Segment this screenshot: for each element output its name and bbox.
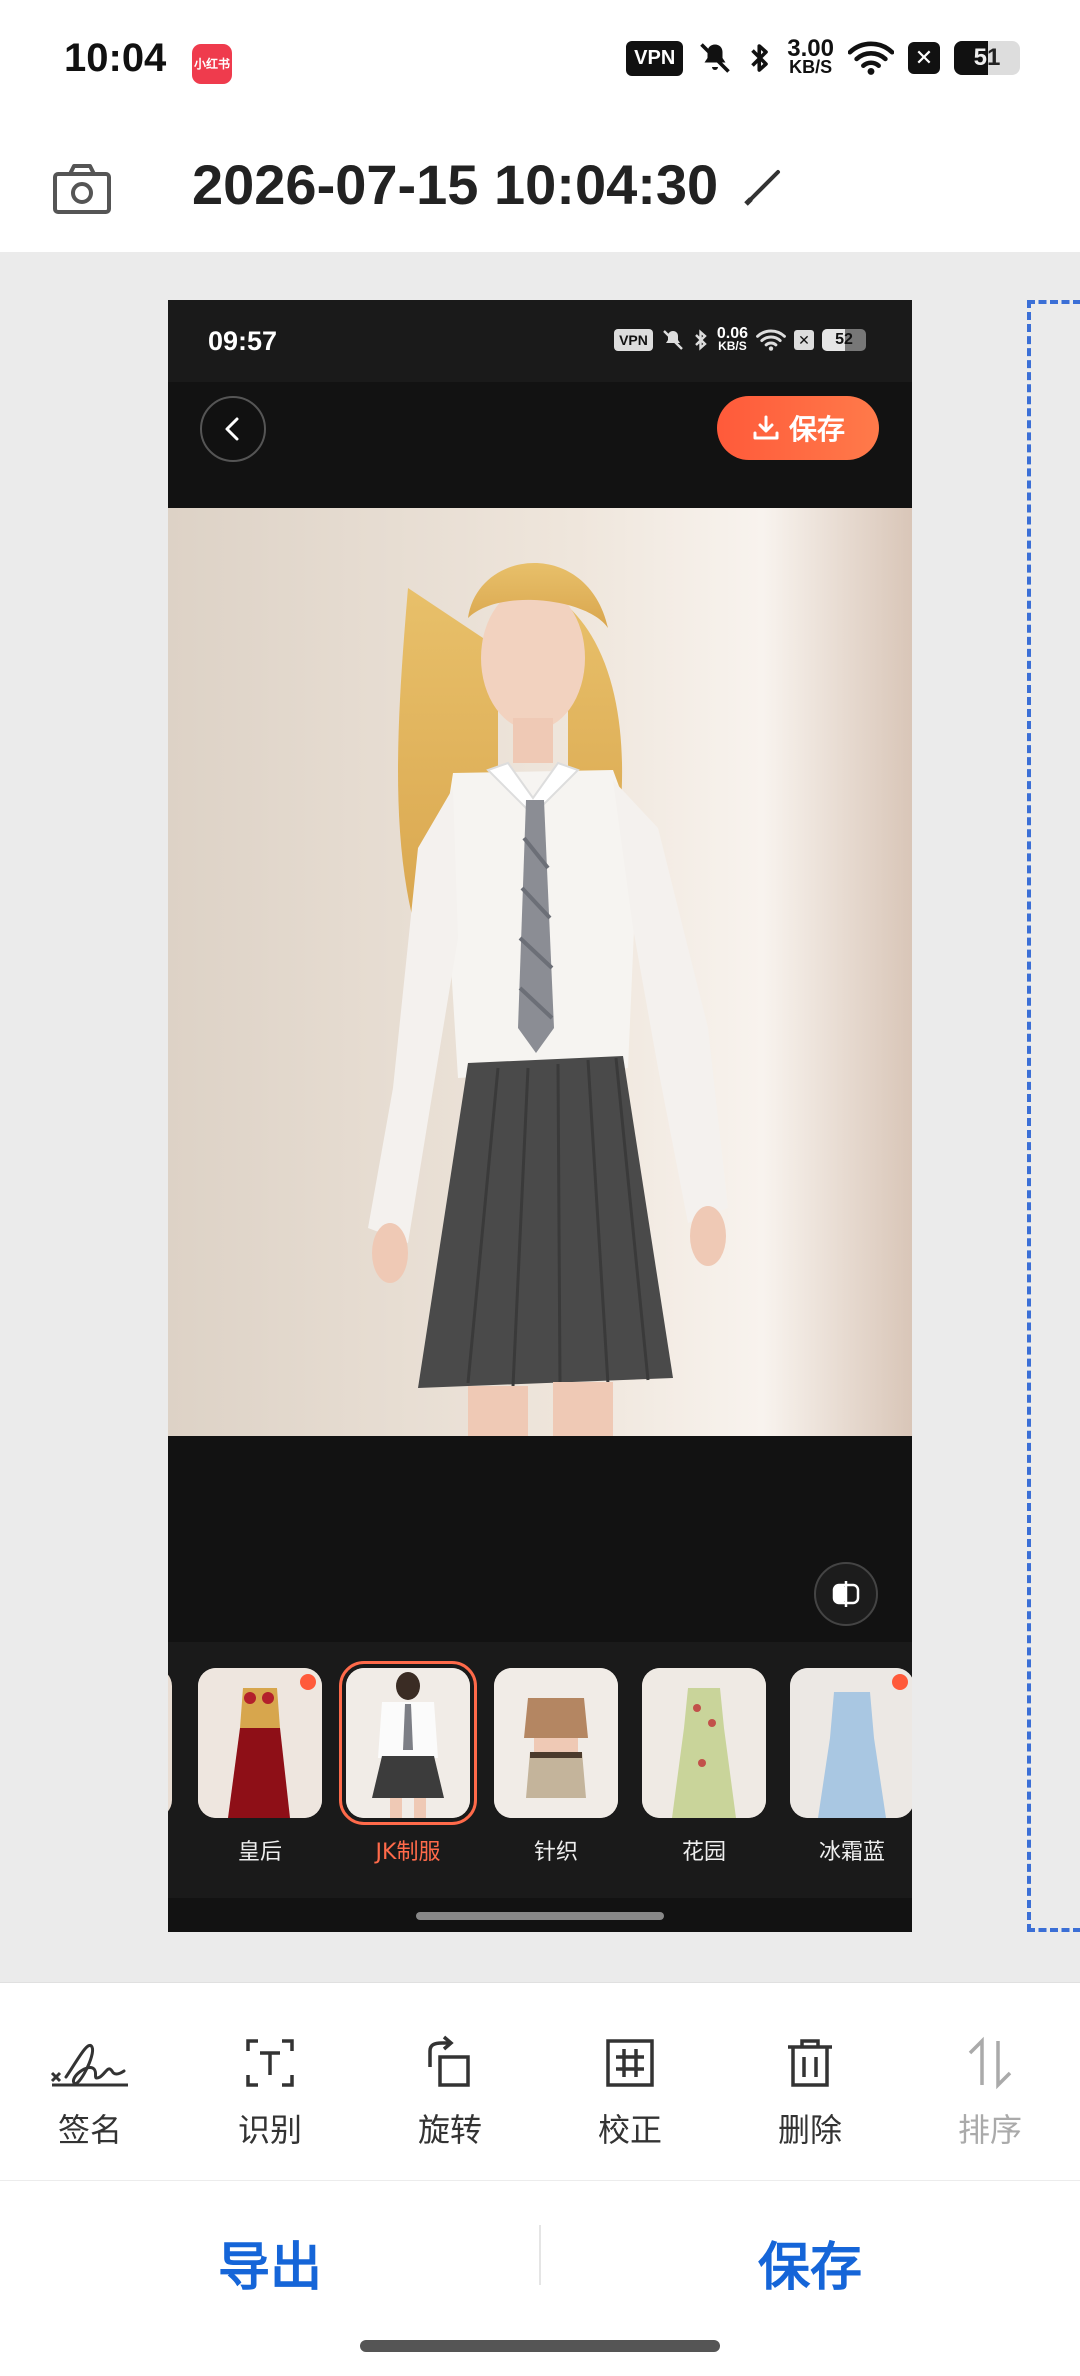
style-label: 花园 [681,1840,726,1865]
correct-button[interactable]: 校正 [560,2033,700,2151]
style-thumbnail [198,1668,322,1818]
outfit-photo [168,508,912,1436]
style-thumbnail [494,1668,618,1818]
export-button[interactable]: 导出 [120,2225,420,2300]
style-thumbnail [790,1668,912,1818]
recognize-button[interactable]: 识别 [200,2033,340,2151]
preview-save-label: 保存 [788,414,845,445]
rotate-button[interactable]: 旋转 [380,2033,520,2151]
page-preview[interactable]: 09:57 VPN 0.06 KB/S ✕ 52 保存 皇后 JK制服 针织 花… [168,300,912,1932]
signature-button[interactable]: 签名 [20,2033,160,2151]
vpn-icon: VPN [626,40,684,76]
rotate-icon [428,2035,470,2087]
action-divider [539,2225,541,2285]
preview-status-bar: 09:57 VPN 0.06 KB/S ✕ 52 [168,300,912,382]
mute-icon [700,43,731,73]
tool-label: 识别 [237,2111,302,2149]
hot-badge-icon [892,1674,908,1690]
crop-correct-icon [606,2039,654,2087]
page-title: 2026-07-15 10:04:30 [192,153,719,216]
style-item-jk-uniform[interactable]: JK制服 [339,1661,477,1866]
chevron-left-icon [225,417,239,441]
preview-home-indicator [416,1912,664,1920]
tool-label: 校正 [597,2111,662,2149]
style-item-frost-blue[interactable]: 冰霜蓝 [790,1668,912,1866]
tool-label: 签名 [57,2111,122,2149]
download-icon [753,415,779,440]
preview-status-icons: VPN 0.06 KB/S ✕ 52 [614,325,866,353]
preview-battery-icon: 52 [822,329,866,351]
style-label: 针织 [533,1840,578,1865]
x-app-icon: ✕ [908,42,940,74]
style-label: JK制服 [375,1840,441,1865]
save-button[interactable]: 保存 [660,2225,960,2300]
preview-net-speed: 0.06 KB/S [716,325,748,353]
style-selector[interactable]: 皇后 JK制服 针织 花园 冰霜蓝 [168,1642,912,1898]
wifi-icon [848,41,894,75]
edit-toolbar: 签名 识别 旋转 校正 删除 排序 [0,1982,1080,2178]
status-time: 10:04 [64,36,167,80]
tool-label: 旋转 [417,2111,482,2149]
compare-button[interactable] [814,1562,878,1626]
next-page-placeholder[interactable] [1027,300,1080,1932]
style-thumbnail [339,1661,477,1825]
preview-status-time: 09:57 [208,326,278,356]
bottom-actions: 导出 保存 [0,2180,1080,2330]
style-thumbnail [642,1668,766,1818]
preview-save-button[interactable]: 保存 [717,396,879,460]
sort-button[interactable]: 排序 [920,2033,1060,2151]
style-item-knit[interactable]: 针织 [494,1668,618,1866]
preview-wifi-icon [756,329,786,351]
text-recognize-icon [246,2039,294,2087]
home-indicator[interactable] [360,2340,720,2352]
app-notification-icon: 小红书 [192,44,232,84]
partial-style-thumb[interactable] [168,1668,172,1818]
preview-x-app-icon: ✕ [794,330,814,350]
style-item-garden[interactable]: 花园 [642,1668,766,1866]
tool-label: 排序 [957,2111,1022,2149]
style-item-queen[interactable]: 皇后 [198,1668,322,1866]
edit-icon[interactable] [742,164,786,208]
bluetooth-icon [751,44,769,72]
compare-icon [832,1581,860,1607]
net-speed: 3.00 KB/S [787,35,834,77]
hot-badge-icon [300,1674,316,1690]
tool-label: 删除 [777,2111,842,2149]
preview-mute-icon [663,330,683,350]
preview-bluetooth-icon [695,329,707,351]
delete-button[interactable]: 删除 [740,2033,880,2151]
trash-icon [788,2039,832,2087]
preview-vpn-icon: VPN [614,329,653,351]
document-canvas[interactable]: 09:57 VPN 0.06 KB/S ✕ 52 保存 皇后 JK制服 针织 花… [0,252,1080,1982]
sort-icon [968,2036,1012,2090]
preview-back-button[interactable] [200,396,266,462]
style-label: 皇后 [237,1840,282,1865]
signature-icon [50,2043,128,2087]
status-icons: VPN 3.00 KB/S ✕ 51 [626,35,1020,77]
battery-icon: 51 [954,41,1020,75]
camera-icon[interactable] [50,156,114,220]
status-bar: 10:04 小红书 VPN 3.00 KB/S ✕ 51 [0,0,1080,126]
style-label: 冰霜蓝 [818,1840,885,1865]
header: 2026-07-15 10:04:30 [0,126,1080,252]
